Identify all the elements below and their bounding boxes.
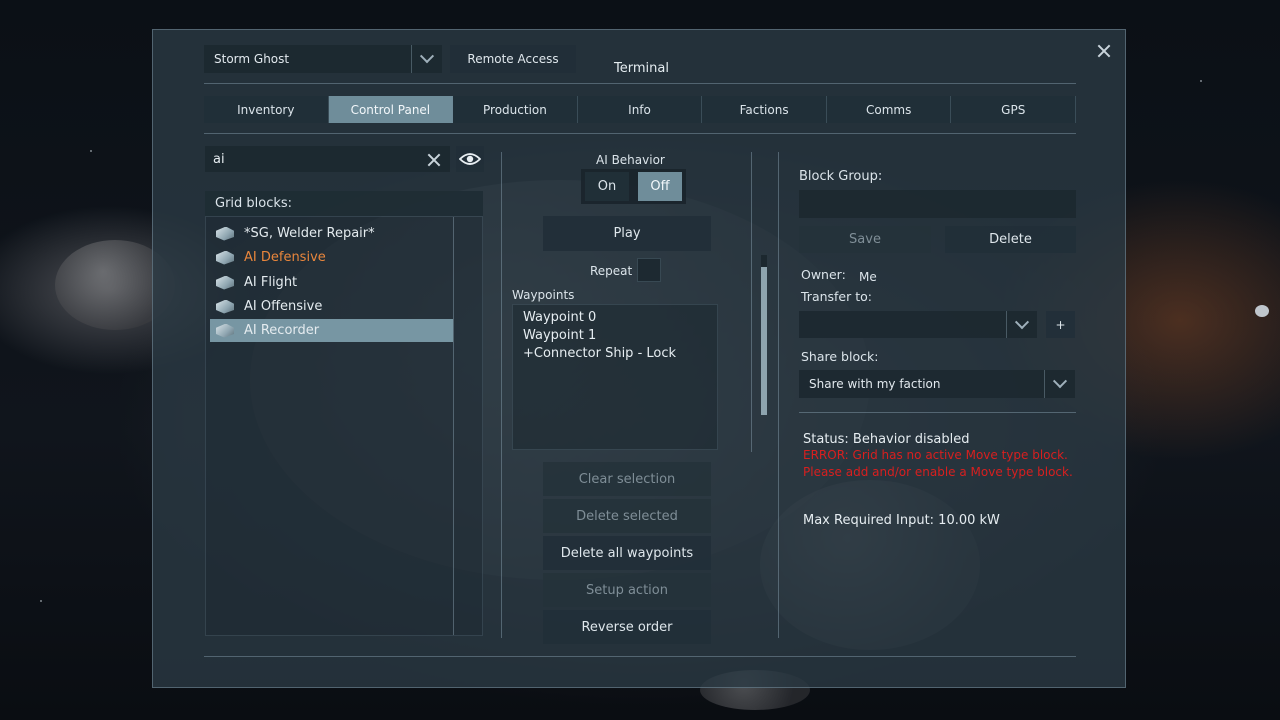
tab-factions[interactable]: Factions [702, 96, 827, 123]
ai-behavior-off-button[interactable]: Off [638, 172, 682, 201]
chevron-down-icon [1052, 374, 1068, 389]
block-group-label: Block Group: [799, 169, 883, 184]
ai-behavior-toggle: On Off [581, 169, 686, 204]
block-group-delete-button[interactable]: Delete [945, 226, 1076, 253]
block-icon [216, 275, 234, 290]
footer-divider [204, 656, 1076, 657]
waypoint-item[interactable]: Waypoint 0 [523, 310, 596, 325]
grid-block-label: AI Offensive [244, 299, 323, 314]
remote-access-button[interactable]: Remote Access [450, 45, 576, 73]
chevron-down-icon [1014, 314, 1030, 329]
show-hidden-toggle[interactable] [456, 146, 484, 172]
terminal-window: Storm Ghost Remote Access Terminal Inven… [152, 29, 1126, 688]
delete-selected-button[interactable]: Delete selected [543, 499, 711, 533]
grid-block-label: AI Defensive [244, 250, 326, 265]
block-group-input[interactable] [799, 190, 1076, 218]
transfer-to-label: Transfer to: [801, 289, 872, 304]
panel-divider-left [501, 152, 502, 638]
transfer-to-dropdown[interactable] [799, 311, 1037, 338]
waypoints-scrollbar[interactable] [761, 255, 767, 415]
terminal-title: Terminal [614, 61, 669, 76]
block-icon [216, 250, 234, 265]
tab-production[interactable]: Production [453, 96, 578, 123]
owner-label: Owner: [801, 267, 846, 282]
tab-info[interactable]: Info [577, 96, 703, 123]
share-block-dropdown-toggle[interactable] [1044, 370, 1075, 398]
tab-control-panel[interactable]: Control Panel [328, 96, 454, 123]
ai-behavior-on-button[interactable]: On [585, 172, 629, 201]
star [40, 600, 42, 602]
info-divider [799, 412, 1076, 413]
clear-selection-button[interactable]: Clear selection [543, 462, 711, 496]
tab-comms[interactable]: Comms [826, 96, 952, 123]
clear-icon [427, 153, 441, 167]
grid-block-label: AI Flight [244, 275, 298, 290]
status-line: Status: Behavior disabled [803, 432, 970, 447]
clear-search-button[interactable] [426, 152, 442, 168]
grid-blocks-list: *SG, Welder Repair* AI Defensive AI Flig… [205, 216, 483, 636]
tabs-divider [204, 133, 1076, 134]
block-icon [216, 323, 234, 338]
panel-divider-right [778, 152, 779, 638]
waypoints-list: Waypoint 0 Waypoint 1 +Connector Ship - … [512, 304, 718, 450]
chevron-down-icon [419, 49, 435, 64]
transfer-to-dropdown-toggle[interactable] [1006, 311, 1037, 338]
block-icon [216, 299, 234, 314]
eye-icon [459, 153, 481, 165]
tab-inventory[interactable]: Inventory [204, 96, 329, 123]
waypoint-item[interactable]: Waypoint 1 [523, 328, 596, 343]
block-search-input[interactable]: ai [205, 146, 450, 172]
grid-block-item-welder-repair[interactable]: *SG, Welder Repair* [210, 222, 453, 245]
block-icon [216, 226, 234, 241]
list-scroll-divider [453, 217, 454, 635]
reverse-order-button[interactable]: Reverse order [543, 610, 711, 644]
share-block-dropdown[interactable]: Share with my faction [799, 370, 1075, 398]
grid-block-label: AI Recorder [244, 323, 320, 338]
error-message: ERROR: Grid has no active Move type bloc… [803, 448, 1073, 479]
grid-block-item-ai-flight[interactable]: AI Flight [210, 271, 453, 294]
grid-selector-value: Storm Ghost [214, 52, 290, 66]
share-block-value: Share with my faction [809, 377, 941, 391]
play-button[interactable]: Play [543, 216, 711, 251]
star [1255, 305, 1269, 317]
max-required-input: Max Required Input: 10.00 kW [803, 513, 1000, 528]
delete-all-waypoints-button[interactable]: Delete all waypoints [543, 536, 711, 570]
repeat-label: Repeat [590, 264, 633, 278]
close-button[interactable] [1095, 42, 1113, 60]
grid-selector[interactable]: Storm Ghost [204, 45, 442, 73]
waypoints-header: Waypoints [512, 288, 575, 302]
close-icon [1097, 44, 1111, 58]
ai-behavior-label: AI Behavior [596, 153, 665, 167]
block-group-save-button[interactable]: Save [799, 226, 931, 253]
header-divider [204, 83, 1076, 84]
grid-selector-dropdown[interactable] [411, 45, 442, 73]
search-input-value: ai [213, 151, 225, 167]
share-block-label: Share block: [801, 349, 879, 364]
star [1200, 80, 1202, 82]
grid-blocks-header: Grid blocks: [205, 191, 483, 216]
scrollbar-thumb[interactable] [761, 267, 767, 415]
grid-block-item-ai-defensive[interactable]: AI Defensive [210, 246, 453, 269]
owner-value: Me [859, 270, 877, 284]
grid-block-item-ai-offensive[interactable]: AI Offensive [210, 295, 453, 318]
waypoint-item[interactable]: +Connector Ship - Lock [523, 346, 676, 361]
tab-gps[interactable]: GPS [951, 96, 1077, 123]
panel-divider-mid-a [751, 152, 752, 452]
grid-block-label: *SG, Welder Repair* [244, 226, 375, 241]
star [90, 150, 92, 152]
tab-bar: Inventory Control Panel Production Info … [204, 96, 1077, 123]
transfer-add-button[interactable]: + [1046, 311, 1075, 338]
setup-action-button[interactable]: Setup action [543, 573, 711, 607]
repeat-checkbox[interactable] [637, 258, 661, 282]
grid-block-item-ai-recorder[interactable]: AI Recorder [210, 319, 453, 342]
